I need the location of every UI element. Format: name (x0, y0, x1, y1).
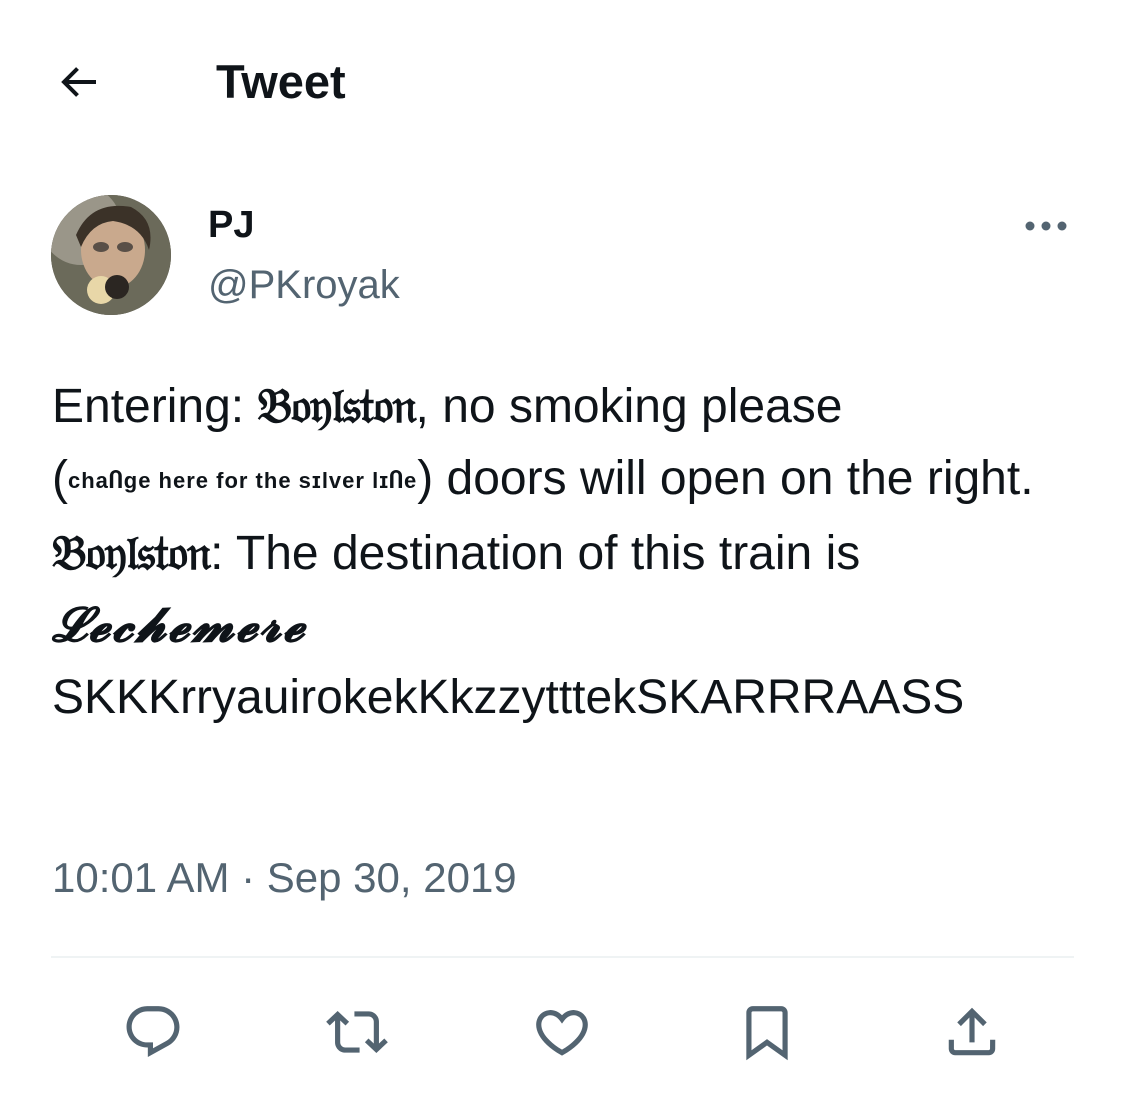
divider (51, 956, 1074, 958)
tweet-header: Tweet (0, 0, 1122, 160)
retweet-button[interactable] (325, 1000, 389, 1064)
author-handle[interactable]: @PKroyak (208, 260, 400, 310)
station-name-2: 𝔅𝔬𝔶𝔩𝔰𝔱𝔬𝔫 (52, 525, 211, 581)
bookmark-button[interactable] (735, 1000, 799, 1064)
tweet-text-no-smoking: , no smoking please (415, 380, 843, 433)
destination-name: 𝓛𝓮𝓬𝓱𝓮𝓶𝓮𝓻𝓮 (52, 599, 307, 652)
share-icon (948, 1007, 996, 1056)
bookmark-icon (746, 1006, 788, 1061)
reply-icon (126, 1006, 180, 1058)
note-open-paren: ( (52, 452, 68, 505)
note-close-paren: ) (417, 452, 434, 505)
avatar-image (51, 195, 171, 315)
retweet-icon (326, 1011, 388, 1053)
share-button[interactable] (940, 1000, 1004, 1064)
tweet-text-noise: SKKKrryauirokekKkzzytttekSKARRRAASS (52, 671, 965, 724)
page-title: Tweet (216, 55, 346, 108)
tweet-text-destination: : The destination of this train is (210, 527, 861, 580)
back-button[interactable] (48, 52, 108, 112)
more-horizontal-icon (1025, 221, 1067, 231)
reply-button[interactable] (121, 1000, 185, 1064)
tweet-text: Entering: 𝔅𝔬𝔶𝔩𝔰𝔱𝔬𝔫, no smoking please (c… (52, 370, 1062, 734)
heart-icon (536, 1010, 588, 1056)
author-display-name[interactable]: PJ (208, 202, 254, 248)
like-button[interactable] (530, 1000, 594, 1064)
tweet-timestamp[interactable]: 10:01 AM · Sep 30, 2019 (52, 852, 517, 904)
more-button[interactable] (1018, 210, 1074, 242)
arrow-left-icon (61, 67, 96, 97)
tweet-text-entering: Entering: (52, 380, 258, 433)
tweet-text-doors: doors will open on the right. (433, 452, 1034, 505)
transfer-note: chaႶge here for the sɪlver lɪႶe (67, 468, 418, 493)
avatar[interactable] (51, 195, 171, 315)
station-name: 𝔅𝔬𝔶𝔩𝔰𝔱𝔬𝔫 (257, 378, 416, 434)
